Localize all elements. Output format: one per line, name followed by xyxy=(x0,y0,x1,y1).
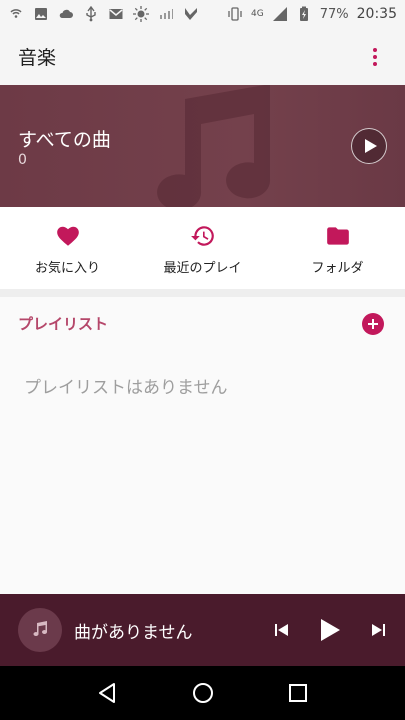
playlist-section: プレイリスト プレイリストはありません xyxy=(0,297,405,594)
skip-previous-icon xyxy=(275,624,288,636)
add-playlist-button[interactable] xyxy=(362,313,384,335)
folders-label: フォルダ xyxy=(311,261,364,276)
next-button[interactable] xyxy=(371,622,387,638)
home-button[interactable] xyxy=(188,678,218,708)
play-icon xyxy=(321,619,340,641)
all-songs-card[interactable]: すべての曲 0 xyxy=(0,85,405,207)
mini-player[interactable]: 曲がありません xyxy=(0,594,405,666)
back-button[interactable] xyxy=(93,678,123,708)
status-bar: 4G 77% 20:35 xyxy=(0,0,405,28)
more-vert-icon[interactable] xyxy=(363,37,387,77)
play-button[interactable] xyxy=(319,618,341,642)
folder-icon xyxy=(326,227,349,245)
vibrate-icon xyxy=(227,6,243,22)
recents-button[interactable] xyxy=(283,678,313,708)
music-note-icon xyxy=(157,85,271,207)
clock: 20:35 xyxy=(356,6,397,22)
signal-icon xyxy=(272,6,288,22)
network-label: 4G xyxy=(251,9,264,19)
battery-percent: 77% xyxy=(319,6,349,22)
player-controls xyxy=(273,618,387,642)
music-note-icon xyxy=(33,621,48,637)
recent-button[interactable]: 最近のプレイ xyxy=(135,207,270,289)
back-icon xyxy=(98,683,115,703)
favorites-button[interactable]: お気に入り xyxy=(0,207,135,289)
history-icon xyxy=(190,226,214,246)
home-icon xyxy=(192,683,213,703)
favorites-label: お気に入り xyxy=(34,261,100,276)
status-bar-notifications xyxy=(8,6,199,22)
wifi-calling-icon xyxy=(8,6,24,22)
play-icon xyxy=(364,139,377,153)
play-all-button[interactable] xyxy=(351,128,387,164)
recent-label: 最近のプレイ xyxy=(163,261,242,276)
cloud-icon xyxy=(58,6,74,22)
all-songs-title: すべての曲 xyxy=(18,129,111,151)
battery-charging-icon xyxy=(296,6,312,22)
check-icon xyxy=(183,6,199,22)
app-bar: 音楽 xyxy=(0,28,405,85)
page-title: 音楽 xyxy=(18,47,57,69)
all-songs-count: 0 xyxy=(18,152,27,168)
previous-button[interactable] xyxy=(273,622,289,638)
folders-button[interactable]: フォルダ xyxy=(270,207,405,289)
heart-icon xyxy=(56,226,79,246)
recents-icon xyxy=(288,684,307,702)
playlist-header: プレイリスト xyxy=(18,315,109,333)
section-divider xyxy=(0,289,405,297)
quick-nav: お気に入り 最近のプレイ フォルダ xyxy=(0,207,405,289)
signal-strength-icon xyxy=(158,6,174,22)
brightness-icon xyxy=(133,6,149,22)
skip-next-icon xyxy=(372,624,385,636)
email-icon xyxy=(108,6,124,22)
now-playing-title: 曲がありません xyxy=(74,622,193,643)
add-circle-icon xyxy=(368,319,378,329)
playlist-empty-text: プレイリストはありません xyxy=(24,378,228,398)
image-icon xyxy=(33,6,49,22)
usb-icon xyxy=(83,6,99,22)
album-art xyxy=(18,608,62,652)
status-bar-system: 4G 77% 20:35 xyxy=(227,6,397,22)
system-nav-bar xyxy=(0,666,405,720)
